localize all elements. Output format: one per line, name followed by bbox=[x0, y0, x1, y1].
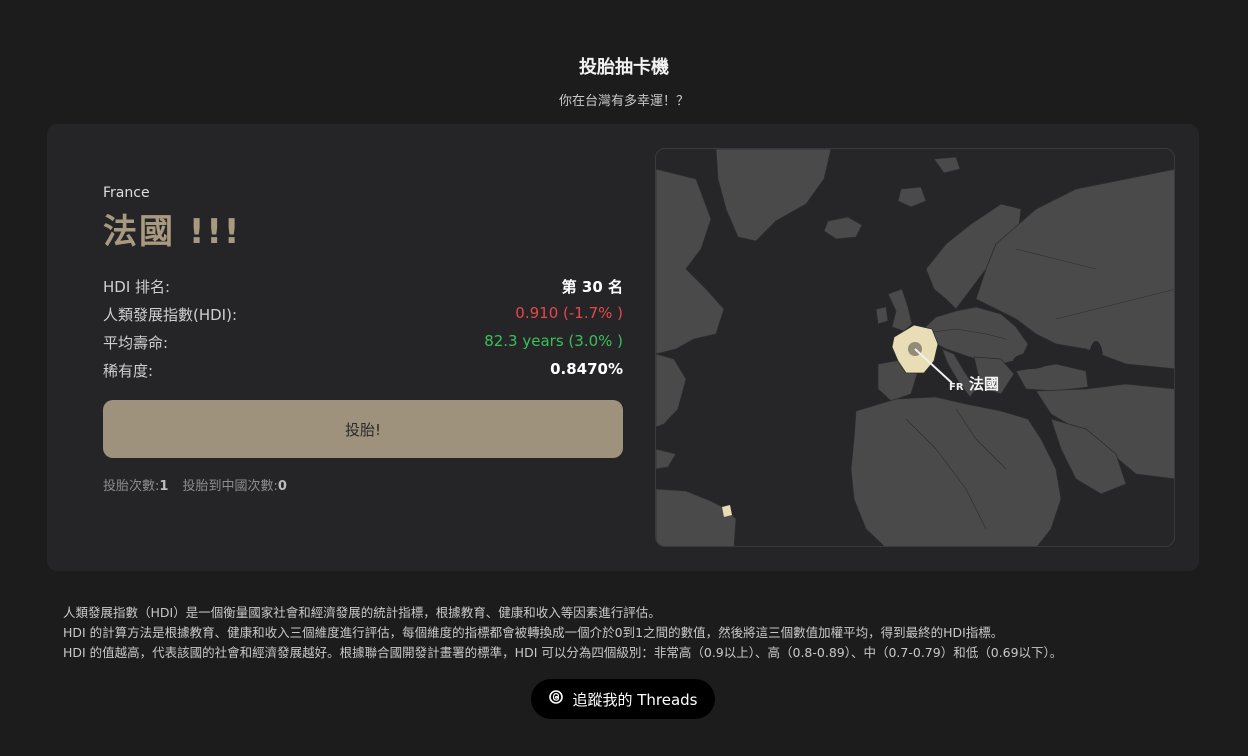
hdi-description: 人類發展指數（HDI）是一個衡量國家社會和經濟發展的統計指標，根據教育、健康和收… bbox=[63, 603, 1062, 663]
stat-value: 第 30 名 bbox=[561, 278, 623, 296]
roll-count-label: 投胎次數: bbox=[103, 479, 160, 494]
stat-label: HDI 排名: bbox=[103, 278, 171, 296]
stat-label: 人類發展指數(HDI): bbox=[103, 306, 238, 324]
uk-land bbox=[887, 288, 913, 332]
roll-counts: 投胎次數:1 投胎到中國次數:0 bbox=[103, 475, 287, 494]
stat-label: 平均壽命: bbox=[103, 334, 169, 352]
map-svg: FR 法國 bbox=[656, 149, 1174, 546]
threads-icon bbox=[548, 689, 564, 709]
result-card: France 法國 !!! HDI 排名: 第 30 名 人類發展指數(HDI)… bbox=[47, 124, 1199, 571]
stat-rarity: 稀有度: 0.8470% bbox=[103, 360, 623, 384]
page-subtitle: 你在台灣有多幸運！？ bbox=[558, 94, 689, 109]
country-name-english: France bbox=[103, 185, 150, 201]
threads-follow-button[interactable]: 追蹤我的 Threads bbox=[531, 679, 715, 719]
black-sea bbox=[1013, 353, 1049, 369]
roll-button[interactable]: 投胎! bbox=[103, 400, 623, 458]
stat-life-expectancy: 平均壽命: 82.3 years (3.0% ) bbox=[103, 332, 623, 356]
world-map[interactable]: FR 法國 bbox=[655, 148, 1175, 547]
north-america-land bbox=[656, 168, 725, 355]
page-title: 投胎抽卡機 bbox=[579, 57, 669, 78]
map-marker-name: 法國 bbox=[969, 375, 999, 393]
south-america-land bbox=[656, 488, 737, 546]
iceland-land bbox=[823, 216, 863, 240]
caribbean-land bbox=[656, 448, 677, 470]
stat-label: 稀有度: bbox=[103, 362, 154, 380]
greenland-land bbox=[715, 149, 832, 242]
stat-value: 0.8470% bbox=[550, 360, 623, 378]
roll-count-value: 1 bbox=[159, 479, 169, 494]
africa-land bbox=[850, 396, 1062, 546]
stat-hdi-rank: HDI 排名: 第 30 名 bbox=[103, 276, 623, 300]
map-marker-code: FR bbox=[949, 382, 964, 393]
description-line: HDI 的計算方法是根據教育、健康和收入三個維度進行評估，每個維度的指標都會被轉… bbox=[63, 625, 1004, 640]
china-count-label: 投胎到中國次數: bbox=[182, 479, 278, 494]
country-name-chinese: 法國 !!! bbox=[103, 212, 242, 252]
stat-value: 0.910 (-1.7% ) bbox=[515, 304, 623, 322]
stat-hdi: 人類發展指數(HDI): 0.910 (-1.7% ) bbox=[103, 304, 623, 328]
china-count-value: 0 bbox=[277, 479, 287, 494]
description-line: HDI 的值越高，代表該國的社會和經濟發展越好。根據聯合國開發計畫署的標準，HD… bbox=[63, 645, 1063, 660]
threads-button-label: 追蹤我的 Threads bbox=[572, 690, 698, 709]
caspian-sea bbox=[1089, 341, 1103, 377]
stat-value: 82.3 years (3.0% ) bbox=[484, 332, 623, 350]
description-line: 人類發展指數（HDI）是一個衡量國家社會和經濟發展的統計指標，根據教育、健康和收… bbox=[63, 605, 661, 620]
